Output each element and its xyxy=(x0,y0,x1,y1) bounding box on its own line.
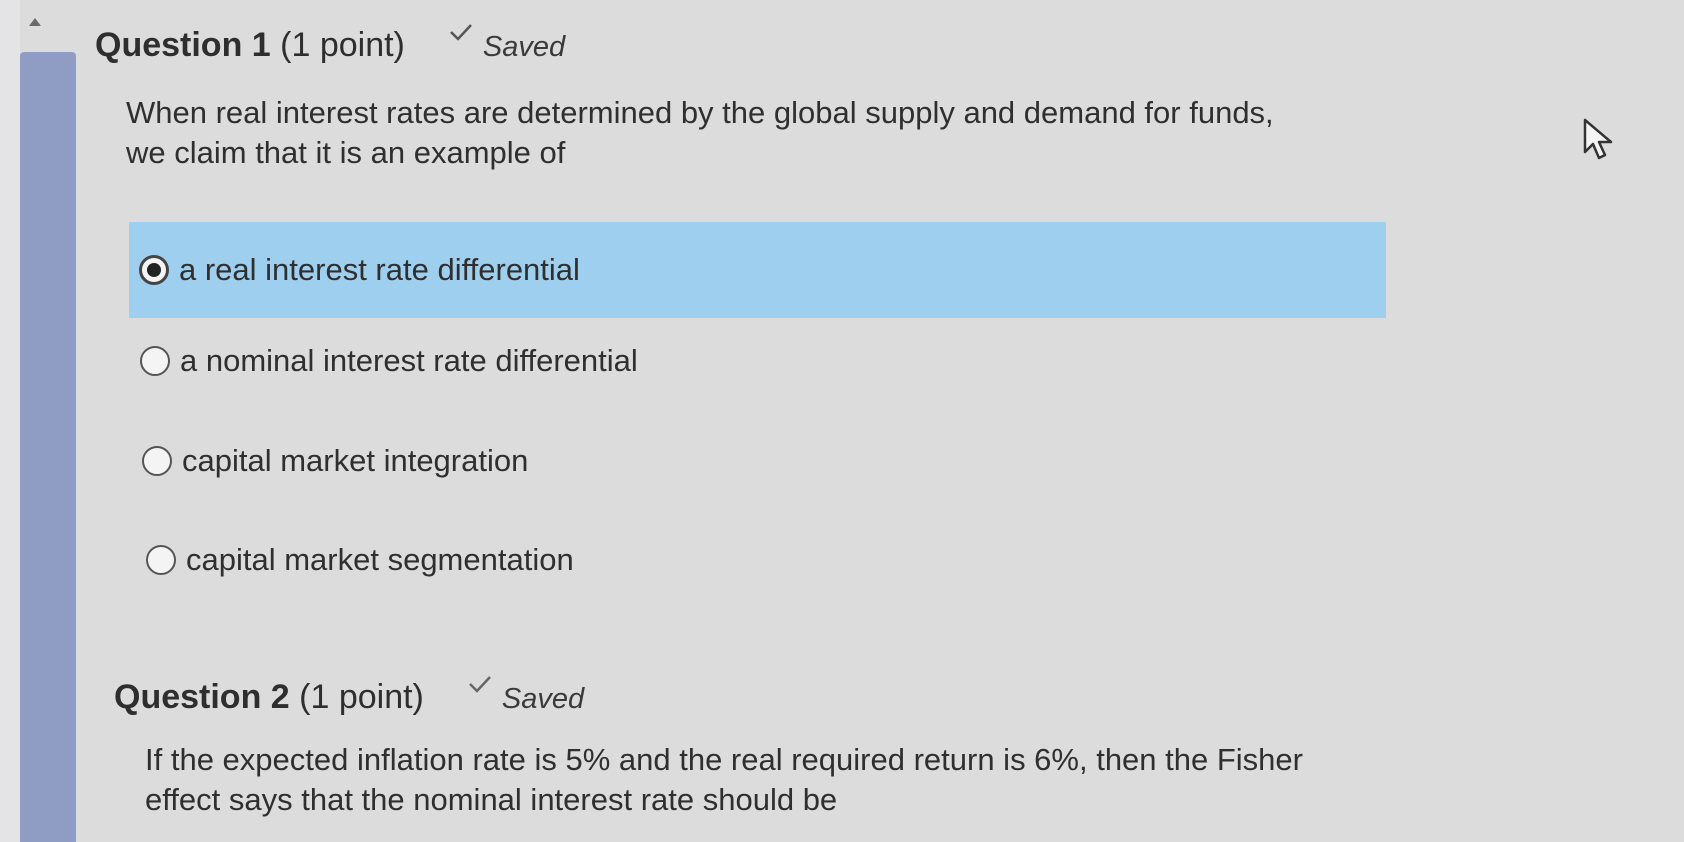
question-2-saved-status: Saved xyxy=(468,676,585,716)
radio-button-selected[interactable] xyxy=(139,255,169,285)
question-2-title: Question 2 (1 point) xyxy=(114,678,424,717)
radio-button[interactable] xyxy=(140,346,170,376)
option-capital-market-segmentation[interactable]: capital market segmentation xyxy=(146,512,574,608)
option-label: capital market integration xyxy=(182,443,529,478)
radio-button[interactable] xyxy=(142,446,172,476)
question-1-header: Question 1 (1 point) Saved xyxy=(95,24,566,65)
option-label: a real interest rate differential xyxy=(179,252,580,287)
check-icon xyxy=(468,676,491,708)
mouse-pointer-icon xyxy=(1582,118,1618,167)
saved-label: Saved xyxy=(501,683,585,715)
question-1-points: (1 point) xyxy=(280,26,405,64)
question-1-title: Question 1 (1 point) xyxy=(95,26,405,65)
radio-button[interactable] xyxy=(146,545,176,575)
question-1-saved-status: Saved xyxy=(449,24,566,64)
check-icon xyxy=(449,24,472,56)
question-1-text-line-1: When real interest rates are determined … xyxy=(126,95,1274,130)
question-1-text-line-2: we claim that it is an example of xyxy=(126,135,566,170)
option-nominal-interest-rate-differential[interactable]: a nominal interest rate differential xyxy=(140,313,638,409)
quiz-content: Question 1 (1 point) Saved When real int… xyxy=(0,0,1684,842)
option-real-interest-rate-differential[interactable]: a real interest rate differential xyxy=(129,222,1386,318)
question-2-text: If the expected inflation rate is 5% and… xyxy=(145,740,1303,820)
question-2-text-line-1: If the expected inflation rate is 5% and… xyxy=(145,742,1303,777)
option-label: capital market segmentation xyxy=(186,542,574,577)
question-2-text-line-2: effect says that the nominal interest ra… xyxy=(145,782,838,817)
question-2-header: Question 2 (1 point) Saved xyxy=(114,676,585,717)
option-label: a nominal interest rate differential xyxy=(180,343,638,378)
question-2-number: Question 2 xyxy=(114,678,290,716)
question-1-number: Question 1 xyxy=(95,26,271,64)
question-1-text: When real interest rates are determined … xyxy=(126,93,1274,173)
saved-label: Saved xyxy=(482,31,566,63)
question-2-points: (1 point) xyxy=(299,678,424,716)
option-capital-market-integration[interactable]: capital market integration xyxy=(142,413,528,509)
